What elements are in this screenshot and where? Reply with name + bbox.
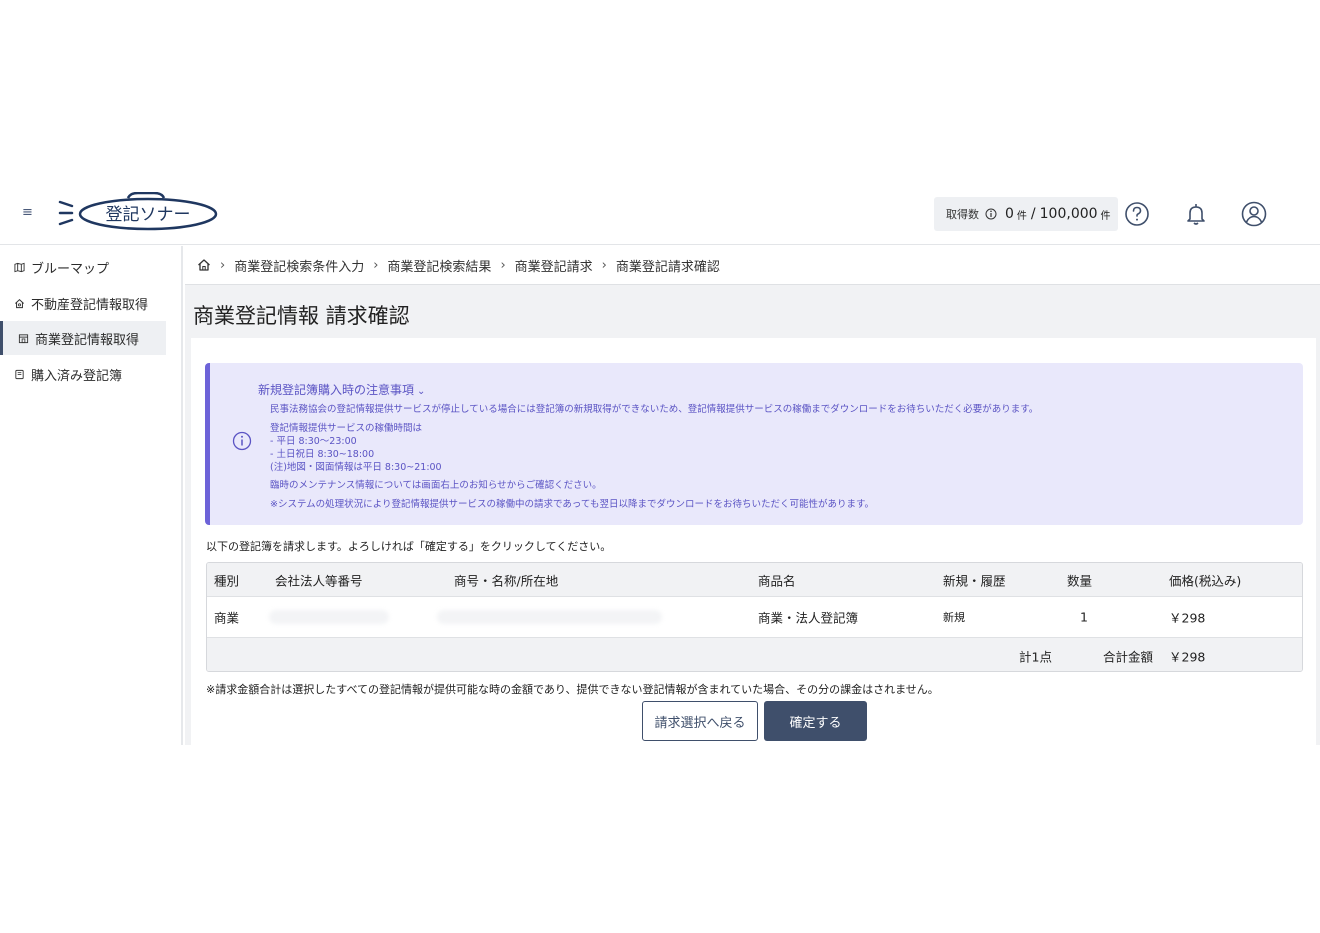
breadcrumb-item[interactable]: 商業登記検索結果 (387, 256, 491, 275)
app-header: ≡ 登記ソナー 取得数 0 件 / 100,000 件 (0, 182, 1320, 245)
quota-count-unit: 件 (1016, 210, 1027, 222)
logo-image: 登記ソナー (58, 191, 218, 231)
quota-counter: 取得数 0 件 / 100,000 件 (934, 197, 1118, 231)
house-icon (15, 298, 24, 308)
sidebar: ブルーマップ 不動産登記情報取得 商業登記情報取得 購入済み登記簿 (0, 246, 183, 745)
user-icon[interactable] (1241, 201, 1267, 227)
table-header: 種別 会社法人等番号 商号・名称/所在地 商品名 新規・履歴 数量 価格(税込み… (207, 563, 1302, 597)
sidebar-item-label: 不動産登記情報取得 (31, 297, 149, 313)
help-icon[interactable] (1124, 201, 1150, 227)
book-icon (15, 369, 24, 379)
content-panel: 新規登記簿購入時の注意事項 ⌄ 民事法務協会の登記情報提供サービスが停止している場… (191, 338, 1316, 745)
column-header: 商品名 (758, 573, 796, 588)
breadcrumb-item[interactable]: 商業登記検索条件入力 (234, 256, 364, 275)
total-count: 計1点 (1019, 649, 1052, 664)
instruction-text: 以下の登記簿を請求します。よろしければ「確定する」をクリックしてください。 (206, 540, 612, 553)
notice-line: 登記情報提供サービスの稼働時間は (270, 423, 423, 434)
total-amount: ￥298 (1169, 649, 1206, 664)
column-header: 新規・履歴 (943, 573, 1006, 588)
redacted-name-address (437, 610, 662, 624)
column-header: 商号・名称/所在地 (454, 573, 559, 588)
chevron-right-icon: › (373, 257, 379, 273)
column-header: 種別 (214, 573, 240, 588)
breadcrumb: › 商業登記検索条件入力 › 商業登記検索結果 › 商業登記請求 › 商業登記請… (185, 246, 1320, 285)
info-icon[interactable] (985, 208, 997, 220)
logo-text: 登記ソナー (106, 205, 191, 225)
confirm-button[interactable]: 確定する (764, 701, 867, 741)
back-to-selection-button[interactable]: 請求選択へ戻る (642, 701, 758, 741)
order-table: 種別 会社法人等番号 商号・名称/所在地 商品名 新規・履歴 数量 価格(税込み… (206, 562, 1303, 672)
chevron-down-icon: ⌄ (417, 386, 426, 397)
sidebar-item-commercial[interactable]: 商業登記情報取得 (0, 321, 166, 355)
home-icon[interactable] (197, 258, 211, 272)
menu-icon[interactable]: ≡ (22, 205, 33, 220)
breadcrumb-item[interactable]: 商業登記請求 (515, 256, 593, 275)
chevron-right-icon: › (220, 257, 226, 273)
notice-line: 臨時のメンテナンス情報については画面右上のお知らせからご確認ください。 (270, 480, 602, 491)
notice-line: 民事法務協会の登記情報提供サービスが停止している場合には登記簿の新規取得ができな… (270, 404, 1039, 415)
sidebar-item-blue-map[interactable]: ブルーマップ (0, 250, 166, 284)
notice-line: ※システムの処理状況により登記情報提供サービスの稼働中の請求であっても翌日以降ま… (270, 499, 874, 510)
bell-icon[interactable] (1183, 201, 1209, 227)
sidebar-item-label: 購入済み登記簿 (31, 368, 123, 384)
page-title: 商業登記情報 請求確認 (193, 304, 410, 328)
total-label: 合計金額 (1103, 649, 1154, 664)
sidebar-item-purchased[interactable]: 購入済み登記簿 (0, 357, 166, 391)
breadcrumb-item-current: 商業登記請求確認 (615, 259, 720, 275)
info-icon (232, 431, 252, 451)
notice-box: 新規登記簿購入時の注意事項 ⌄ 民事法務協会の登記情報提供サービスが停止している場… (205, 363, 1303, 525)
column-header: 価格(税込み) (1169, 573, 1242, 588)
sidebar-item-label: ブルーマップ (31, 261, 110, 277)
map-icon (14, 262, 25, 272)
notice-title[interactable]: 新規登記簿購入時の注意事項 ⌄ (258, 381, 425, 398)
quota-limit-unit: 件 (1100, 210, 1111, 222)
logo[interactable]: 登記ソナー (58, 191, 220, 232)
quota-label: 取得数 (946, 208, 979, 221)
store-icon (18, 333, 29, 343)
cell-new-history: 新規 (943, 611, 965, 624)
cell-type: 商業 (214, 610, 240, 626)
quota-count: 0 (1005, 206, 1014, 222)
column-header: 数量 (1067, 573, 1093, 588)
notice-line: - 平日 8:30〜23:00 (270, 436, 357, 447)
column-header: 会社法人等番号 (275, 573, 363, 588)
redacted-corp-number (269, 610, 389, 624)
main-area: › 商業登記検索条件入力 › 商業登記検索結果 › 商業登記請求 › 商業登記請… (185, 246, 1320, 745)
cell-quantity: 1 (1080, 609, 1088, 625)
chevron-right-icon: › (601, 257, 607, 273)
quota-separator: / (1030, 206, 1036, 222)
cell-price: ￥298 (1169, 610, 1206, 626)
table-footer: 計1点 合計金額 ￥298 (207, 638, 1302, 671)
billing-note: ※請求金額合計は選択したすべての登記情報が提供可能な時の金額であり、提供できない… (206, 683, 939, 696)
sidebar-item-real-estate[interactable]: 不動産登記情報取得 (0, 286, 166, 320)
chevron-right-icon: › (500, 257, 506, 273)
quota-limit: 100,000 (1039, 206, 1098, 222)
notice-line: (注)地図・図面情報は平日 8:30~21:00 (270, 462, 442, 473)
table-row: 商業 商業・法人登記簿 新規 1 ￥298 (207, 597, 1302, 638)
cell-product: 商業・法人登記簿 (758, 610, 859, 626)
notice-line: - 土日祝日 8:30~18:00 (270, 449, 375, 460)
sidebar-item-label: 商業登記情報取得 (35, 332, 140, 348)
notice-title-text: 新規登記簿購入時の注意事項 (258, 383, 415, 397)
